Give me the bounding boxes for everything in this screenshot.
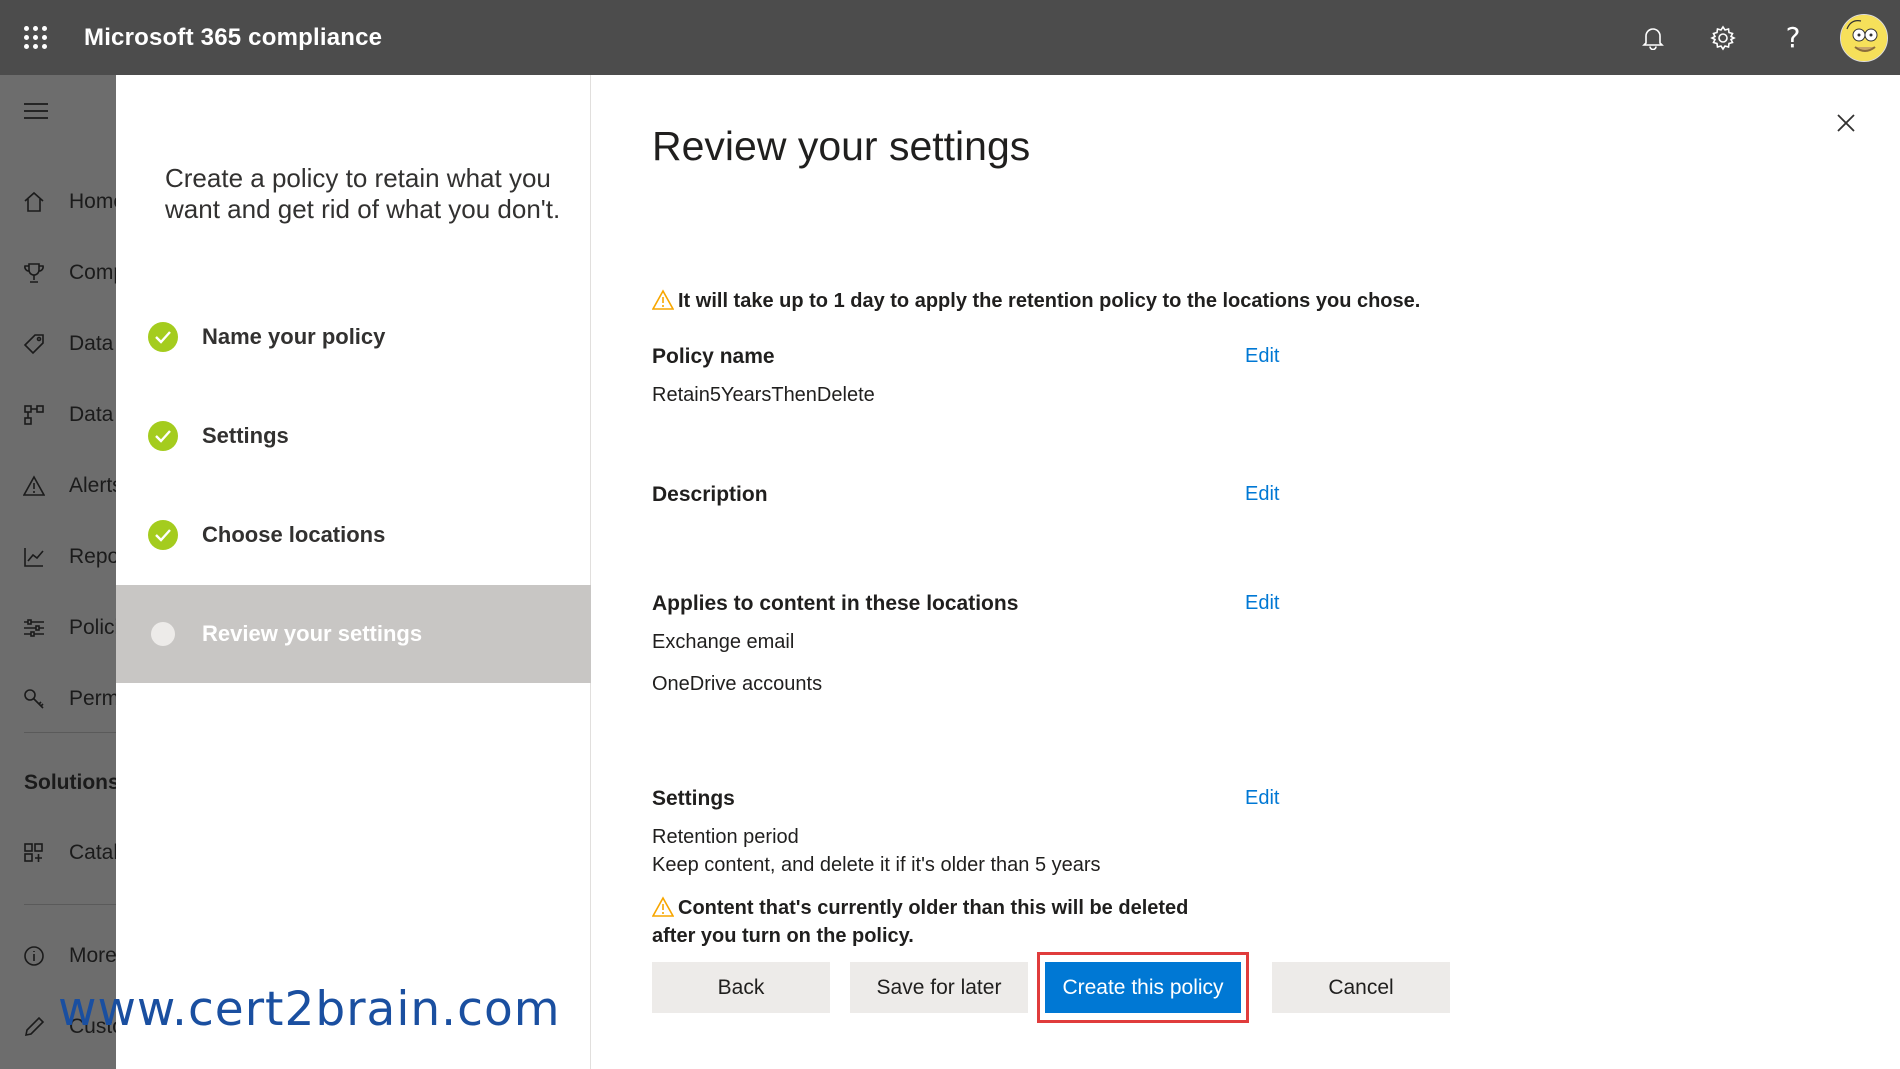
hamburger-icon [24,103,48,119]
avatar[interactable] [1840,13,1888,62]
step-check-icon [148,520,178,550]
nav-item-data-connectors[interactable]: Data connectors [0,395,116,435]
nav-item-label: Compliance Manager [69,261,116,284]
step-check-icon [148,322,178,352]
nav-heading-solutions: Solutions [24,771,116,794]
edit-locations-link[interactable]: Edit [1245,592,1279,615]
nav-item-data-classification[interactable]: Data classification [0,324,116,364]
nav-item-label: Home [69,190,116,213]
notifications-button[interactable] [1618,0,1688,75]
nav-item-label: Data connectors [69,403,116,426]
home-icon [23,190,45,214]
close-button[interactable] [1832,109,1860,137]
review-content: Review your settings It will take up to … [592,75,1900,1069]
close-icon [1837,114,1855,132]
top-bar: Microsoft 365 compliance ? [0,0,1900,75]
location-item: OneDrive accounts [652,673,823,695]
nav-item-catalog[interactable]: Catalog [0,833,116,873]
step-label: Choose locations [202,522,386,547]
location-item: Exchange email [652,631,795,653]
app-launcher-button[interactable] [0,0,70,75]
nav-item-label: Catalog [69,841,116,864]
wizard-steps: Create a policy to retain what you want … [116,75,591,1069]
edit-policy-name-link[interactable]: Edit [1245,345,1279,368]
nav-item-reports[interactable]: Reports [0,537,116,577]
page-title: Review your settings [652,123,1031,169]
step-check-icon [148,421,178,451]
warning-icon [652,896,674,917]
sliders-icon [23,616,45,640]
warning-text: It will take up to 1 day to apply the re… [678,290,1421,312]
trophy-icon [23,261,45,285]
policy-name-title: Policy name [652,345,775,368]
nav-item-policies[interactable]: Policies [0,608,116,648]
description-title: Description [652,483,768,506]
create-policy-button[interactable]: Create this policy [1045,962,1241,1013]
app-title[interactable]: Microsoft 365 compliance [84,24,382,52]
settings-button[interactable] [1688,0,1758,75]
bell-icon [1642,27,1664,50]
nav-item-alerts[interactable]: Alerts [0,466,116,506]
nav-item-home[interactable]: Home [0,182,116,222]
avatar-image-icon [1841,14,1887,61]
policy-name-value: Retain5YearsThenDelete [652,384,875,406]
gear-icon [1710,25,1736,50]
step-label: Review your settings [202,621,423,646]
wizard-intro: Create a policy to retain what you want … [165,163,561,224]
nav-item-more-resources[interactable]: More resources [0,936,116,976]
nav-item-label: Reports [69,545,116,568]
warning-text: Content that's currently older than this… [678,897,1189,919]
step-name-your-policy[interactable]: Name your policy [116,288,591,386]
step-label: Name your policy [202,324,386,349]
nav-divider [24,904,116,905]
locations-title: Applies to content in these locations [652,592,1019,615]
nav-item-compliance-manager[interactable]: Compliance Manager [0,253,116,293]
nav-item-permissions[interactable]: Permissions [0,679,116,719]
nav-divider [24,732,116,733]
edit-settings-link[interactable]: Edit [1245,787,1279,810]
chart-icon [23,545,45,569]
back-button[interactable]: Back [652,962,830,1013]
settings-line-1: Retention period [652,826,799,848]
cancel-button[interactable]: Cancel [1272,962,1450,1013]
help-button[interactable]: ? [1758,0,1828,75]
info-icon [23,944,45,968]
key-icon [23,687,45,711]
nav-item-label: Alerts [69,474,116,497]
step-settings[interactable]: Settings [116,387,591,485]
waffle-icon [23,26,47,49]
nav-item-label: More resources [69,944,116,967]
top-icons: ? [1618,0,1900,75]
watermark: www.cert2brain.com [58,982,561,1037]
pencil-icon [23,1015,45,1039]
alert-icon [23,474,45,498]
catalog-icon [23,841,45,865]
nav-item-label: Permissions [69,687,116,710]
edit-description-link[interactable]: Edit [1245,483,1279,506]
warning-text: after you turn on the policy. [652,925,914,947]
settings-title: Settings [652,787,735,810]
step-label: Settings [202,423,289,448]
step-review-your-settings[interactable]: Review your settings [116,585,591,683]
connector-icon [23,403,45,427]
wizard-panel: Create a policy to retain what you want … [116,75,1900,1069]
settings-line-2: Keep content, and delete it if it's olde… [652,854,1101,876]
nav-item-label: Policies [69,616,116,639]
settings-warning-line: Content that's currently older than this… [652,894,1188,922]
step-choose-locations[interactable]: Choose locations [116,486,591,584]
retention-warning: It will take up to 1 day to apply the re… [652,287,1420,315]
nav-item-label: Data classification [69,332,116,355]
nav-toggle-button[interactable] [24,102,48,125]
settings-warning: Content that's currently older than this… [652,894,1188,950]
help-icon: ? [1785,21,1801,54]
tag-icon [23,332,45,356]
save-for-later-button[interactable]: Save for later [850,962,1028,1013]
left-nav: Home Compliance Manager Data classificat… [0,75,116,1069]
step-current-dot-icon [151,622,175,646]
warning-icon [652,289,674,310]
